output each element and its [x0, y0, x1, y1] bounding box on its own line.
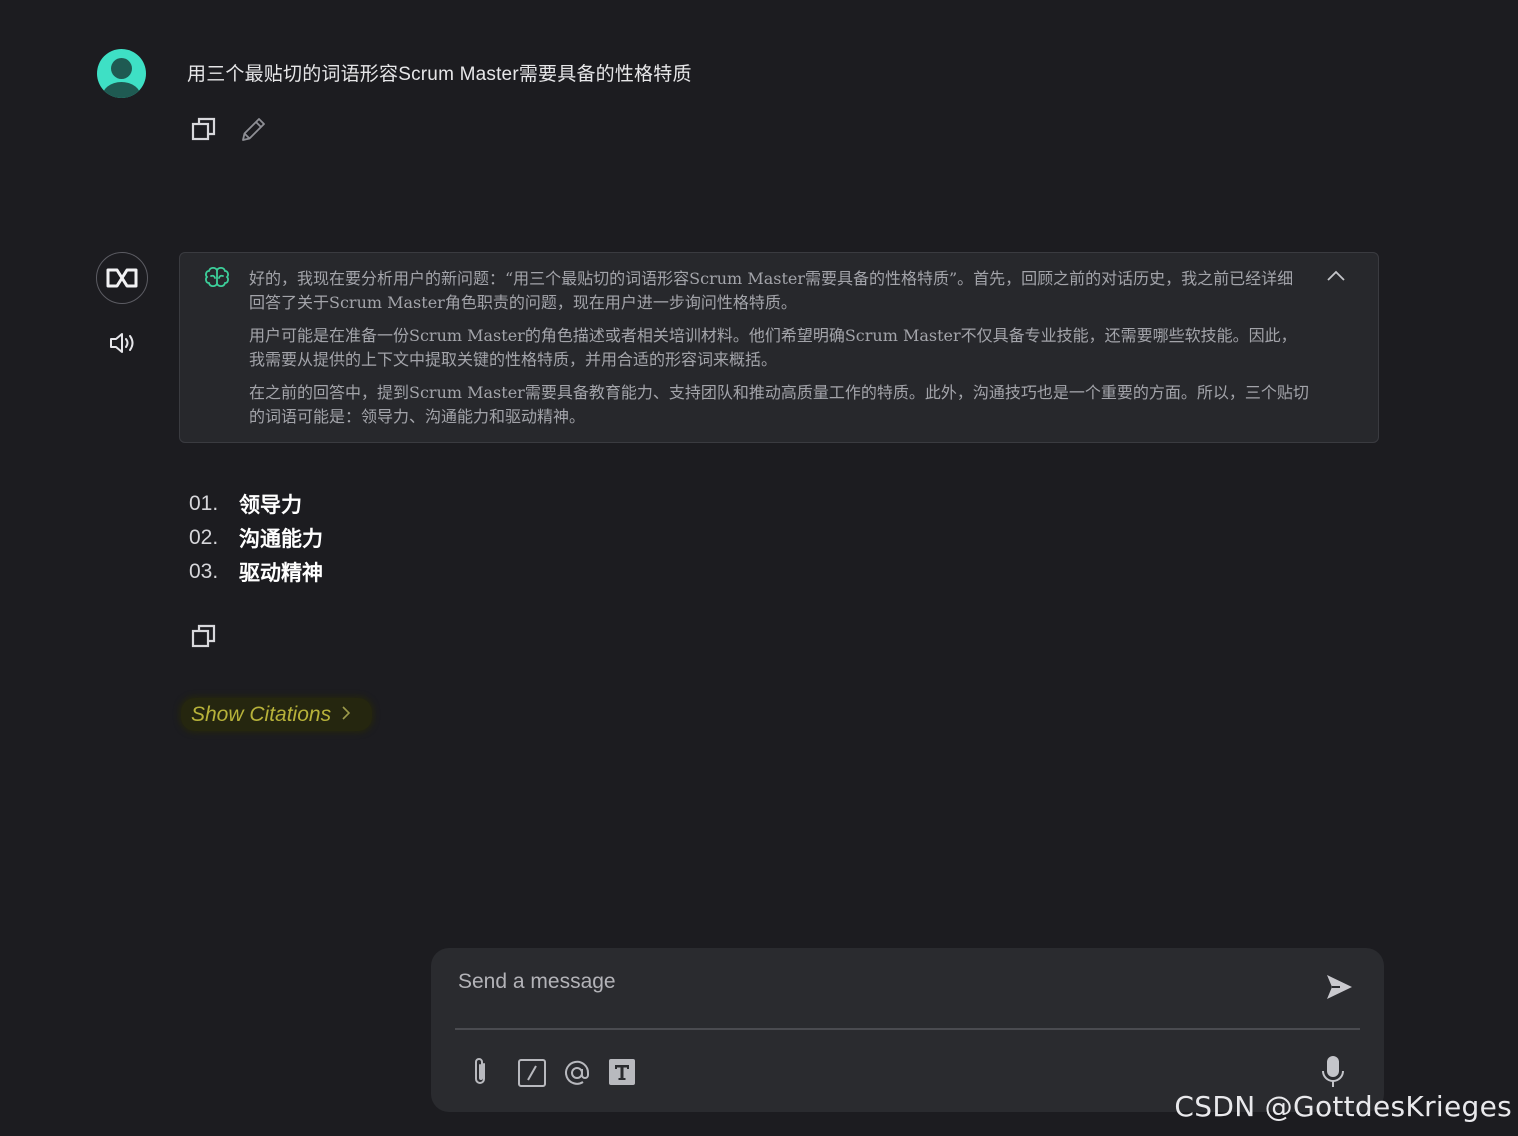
edit-icon[interactable] [239, 114, 269, 144]
brain-icon [204, 266, 230, 294]
collapse-chevron-icon[interactable] [1326, 268, 1346, 287]
copy-answer-icon[interactable] [190, 622, 218, 650]
chevron-right-icon [341, 703, 351, 727]
thinking-paragraph: 用户可能是在准备一份Scrum Master的角色描述或者相关培训材料。他们希望… [249, 326, 1297, 369]
thinking-text: 好的，我现在要分析用户的新问题：“用三个最贴切的词语形容Scrum Master… [249, 267, 1309, 438]
assistant-logo-icon [106, 268, 138, 288]
list-number: 02. [189, 526, 219, 549]
thinking-paragraph: 在之前的回答中，提到Scrum Master需要具备教育能力、支持团队和推动高质… [249, 383, 1309, 426]
watermark: CSDN @GottdesKrieges [1174, 1090, 1512, 1123]
message-input[interactable] [458, 966, 1278, 998]
list-item: 02. 沟通能力 [189, 521, 323, 555]
list-number: 01. [189, 492, 219, 515]
composer-divider [455, 1028, 1360, 1030]
thinking-panel: 好的，我现在要分析用户的新问题：“用三个最贴切的词语形容Scrum Master… [179, 252, 1379, 443]
microphone-icon[interactable] [1320, 1054, 1346, 1094]
mention-icon[interactable] [562, 1058, 592, 1092]
list-item: 03. 驱动精神 [189, 555, 323, 589]
show-citations-label: Show Citations [191, 702, 332, 726]
slash-command-icon[interactable] [517, 1058, 547, 1092]
chat-page: 用三个最贴切的词语形容Scrum Master需要具备的性格特质 好的，我现在要… [0, 0, 1518, 1136]
assistant-avatar [96, 252, 148, 304]
copy-icon[interactable] [190, 115, 218, 143]
user-avatar [97, 49, 146, 98]
list-text: 驱动精神 [239, 561, 323, 585]
user-message-text: 用三个最贴切的词语形容Scrum Master需要具备的性格特质 [187, 64, 692, 85]
speaker-icon[interactable] [108, 330, 138, 356]
show-citations-button[interactable]: Show Citations [181, 698, 372, 731]
thinking-paragraph: 好的，我现在要分析用户的新问题：“用三个最贴切的词语形容Scrum Master… [249, 269, 1294, 312]
list-number: 03. [189, 560, 219, 583]
list-item: 01. 领导力 [189, 487, 323, 521]
message-composer [431, 948, 1384, 1112]
list-text: 沟通能力 [239, 527, 323, 551]
paperclip-icon[interactable] [469, 1056, 491, 1092]
text-format-icon[interactable] [608, 1058, 636, 1090]
answer-list: 01. 领导力 02. 沟通能力 03. 驱动精神 [189, 487, 323, 589]
send-icon[interactable] [1324, 972, 1354, 1006]
list-text: 领导力 [239, 493, 302, 517]
